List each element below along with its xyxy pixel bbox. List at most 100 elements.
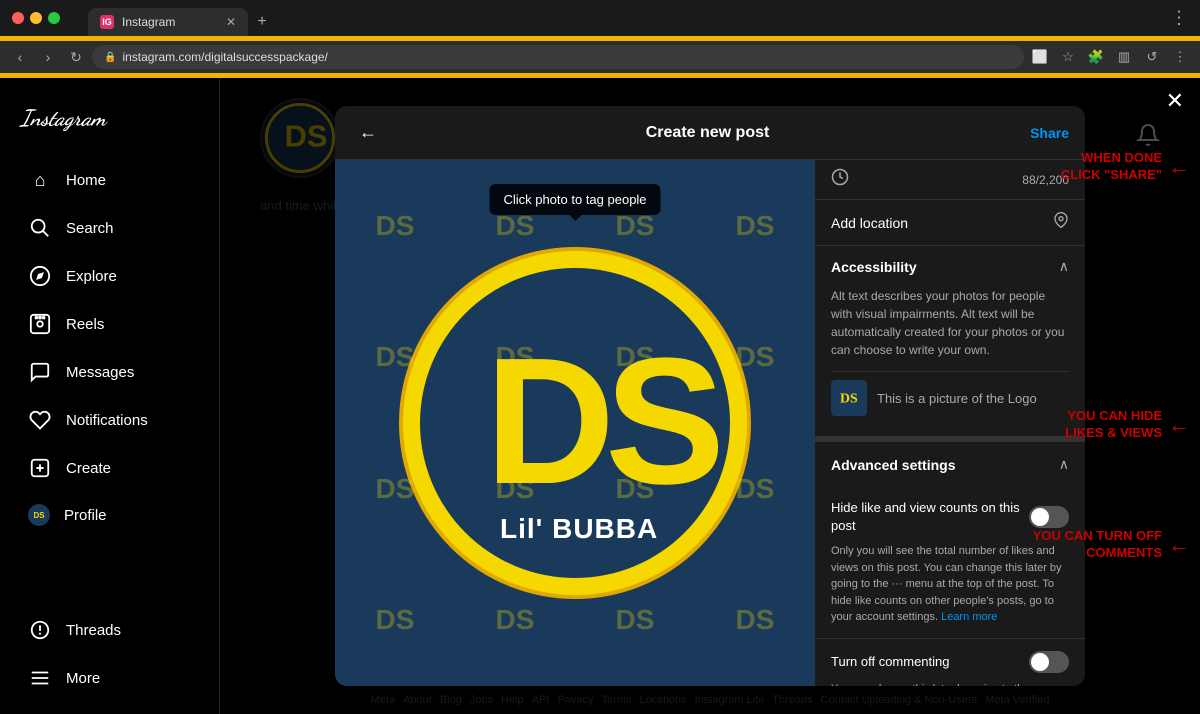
bg-tile-9: DS <box>335 423 455 555</box>
main-content: DS digitalsuccesspackage Edit profile Vi… <box>220 78 1200 714</box>
accessibility-section: Accessibility ∧ Alt text describes your … <box>815 246 1085 436</box>
sidebar-item-profile[interactable]: DS Profile <box>8 494 211 536</box>
home-icon: ⌂ <box>28 168 52 192</box>
explore-icon <box>28 264 52 288</box>
sidebar-item-search[interactable]: Search <box>8 206 211 250</box>
bg-tile-15: DS <box>575 555 695 687</box>
hide-likes-label: Hide like and view counts on this post <box>831 499 1029 535</box>
bg-tile-1: DS <box>335 160 455 292</box>
sidebar-label-notifications: Notifications <box>66 412 148 429</box>
accessibility-title: Accessibility <box>831 259 917 275</box>
bg-tile-4: DS <box>695 160 815 292</box>
alt-text-thumbnail: DS <box>831 380 867 416</box>
annotation-comments: YOU CAN TURN OFF COMMENTS ← <box>1033 528 1190 562</box>
commenting-header: Turn off commenting <box>831 651 1069 673</box>
maximize-button[interactable] <box>48 12 60 24</box>
modal-close-icon[interactable]: ✕ <box>1166 88 1184 114</box>
learn-more-link[interactable]: Learn more <box>941 611 997 623</box>
bg-tile-3: DS <box>575 160 695 292</box>
lock-icon: 🔒 <box>104 52 116 63</box>
sidebar: Instagram ⌂ Home Search Explore Reels <box>0 78 220 714</box>
bg-tile-13: DS <box>335 555 455 687</box>
sidebar-item-threads[interactable]: Threads <box>8 608 211 652</box>
modal-header: ← Create new post Share <box>335 106 1085 160</box>
advanced-settings-title: Advanced settings <box>831 457 955 473</box>
address-bar[interactable]: 🔒 instagram.com/digitalsuccesspackage/ <box>92 45 1024 69</box>
refresh-icon[interactable]: ↺ <box>1140 45 1164 69</box>
bookmark-icon[interactable]: ☆ <box>1056 45 1080 69</box>
char-count-row: 88/2,200 <box>815 160 1085 200</box>
accessibility-chevron-icon: ∧ <box>1059 258 1069 275</box>
active-tab[interactable]: IG Instagram ✕ <box>88 8 248 36</box>
bg-tile-7: DS <box>575 292 695 424</box>
tab-title: Instagram <box>122 15 218 29</box>
tab-close-icon[interactable]: ✕ <box>226 15 236 29</box>
commenting-description: You can change this later by going to th… <box>831 681 1069 686</box>
sidebar-label-messages: Messages <box>66 364 134 381</box>
sidebar-label-create: Create <box>66 460 111 477</box>
bg-tile-6: DS <box>455 292 575 424</box>
sidebar-toggle-icon[interactable]: ▥ <box>1112 45 1136 69</box>
bg-tile-10: DS <box>455 423 575 555</box>
back-button[interactable]: ‹ <box>8 45 32 69</box>
add-location-row[interactable]: Add location <box>815 200 1085 246</box>
hide-likes-toggle[interactable] <box>1029 506 1069 528</box>
advanced-settings-header[interactable]: Advanced settings ∧ <box>815 442 1085 487</box>
forward-button[interactable]: › <box>36 45 60 69</box>
svg-text:DS: DS <box>840 391 858 406</box>
sidebar-item-notifications[interactable]: Notifications <box>8 398 211 442</box>
sidebar-label-threads: Threads <box>66 622 121 639</box>
annotation-likes-arrow: ← <box>1168 412 1190 438</box>
search-icon <box>28 216 52 240</box>
commenting-toggle-thumb <box>1031 653 1049 671</box>
sidebar-item-explore[interactable]: Explore <box>8 254 211 298</box>
url-text: instagram.com/digitalsuccesspackage/ <box>122 50 327 64</box>
tab-favicon: IG <box>100 15 114 29</box>
reels-icon <box>28 312 52 336</box>
add-location-label: Add location <box>831 215 908 231</box>
create-icon <box>28 456 52 480</box>
modal-share-button[interactable]: Share <box>1030 125 1069 141</box>
commenting-toggle[interactable] <box>1029 651 1069 673</box>
modal-back-button[interactable]: ← <box>351 118 385 147</box>
menu-icon[interactable]: ⋮ <box>1168 45 1192 69</box>
right-panel: 88/2,200 Add location Access <box>815 160 1085 686</box>
accessibility-header[interactable]: Accessibility ∧ <box>815 246 1085 287</box>
sidebar-item-create[interactable]: Create <box>8 446 211 490</box>
sidebar-item-messages[interactable]: Messages <box>8 350 211 394</box>
annotation-comments-arrow: ← <box>1168 532 1190 558</box>
sidebar-label-more: More <box>66 670 100 687</box>
close-button[interactable] <box>12 12 24 24</box>
reload-button[interactable]: ↻ <box>64 45 88 69</box>
commenting-label: Turn off commenting <box>831 654 950 669</box>
accessibility-description: Alt text describes your photos for peopl… <box>831 287 1069 359</box>
create-post-modal: ← Create new post Share DS DS DS DS <box>335 106 1085 686</box>
new-tab-button[interactable]: + <box>248 8 276 36</box>
bg-tile-5: DS <box>335 292 455 424</box>
clock-icon <box>831 168 849 191</box>
cast-icon[interactable]: ⬜ <box>1028 45 1052 69</box>
image-background-pattern: DS DS DS DS DS DS DS DS DS DS DS DS <box>335 160 815 686</box>
sidebar-item-home[interactable]: ⌂ Home <box>8 158 211 202</box>
sidebar-label-reels: Reels <box>66 316 104 333</box>
hide-likes-toggle-thumb <box>1031 508 1049 526</box>
bg-tile-12: DS <box>695 423 815 555</box>
instagram-logo: Instagram <box>0 90 219 156</box>
more-icon <box>28 666 52 690</box>
hide-likes-row: Hide like and view counts on this post O… <box>815 487 1085 638</box>
sidebar-label-home: Home <box>66 172 106 189</box>
notifications-icon <box>28 408 52 432</box>
image-panel[interactable]: DS DS DS DS DS DS DS DS DS DS DS DS <box>335 160 815 686</box>
modal-overlay[interactable]: ✕ WHEN DONE CLICK "SHARE" ← YOU CAN HIDE… <box>220 78 1200 714</box>
sidebar-item-more[interactable]: More <box>8 656 211 700</box>
sidebar-label-search: Search <box>66 220 114 237</box>
bg-tile-2: DS <box>455 160 575 292</box>
extensions-icon[interactable]: 🧩 <box>1084 45 1108 69</box>
alt-text-value: This is a picture of the Logo <box>877 391 1069 406</box>
sidebar-item-reels[interactable]: Reels <box>8 302 211 346</box>
annotation-share-arrow: ← <box>1168 154 1190 180</box>
window-controls <box>12 12 60 24</box>
minimize-button[interactable] <box>30 12 42 24</box>
advanced-chevron-icon: ∧ <box>1059 456 1069 473</box>
annotation-share: WHEN DONE CLICK "SHARE" ← <box>1061 150 1190 184</box>
